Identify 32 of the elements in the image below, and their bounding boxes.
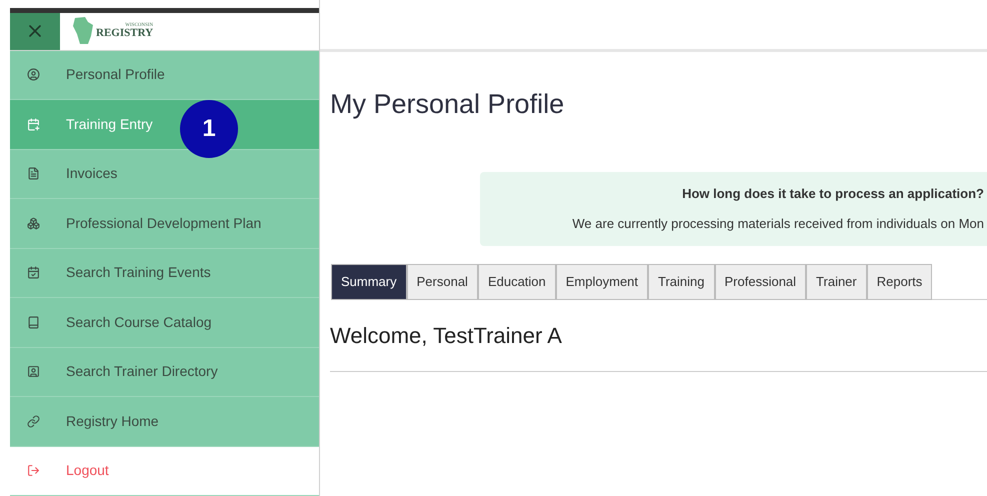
state-map-icon [72, 16, 94, 46]
contact-card-icon [27, 365, 40, 378]
tab[interactable]: Employment [556, 264, 648, 300]
notice-heading: How long does it take to process an application? [682, 185, 984, 203]
tab[interactable]: Training [648, 264, 714, 300]
boxes-icon [27, 216, 40, 230]
logo-title: REGISTRY [96, 28, 154, 40]
tab[interactable]: Professional [714, 264, 806, 300]
sidebar-item[interactable]: Personal Profile [10, 50, 319, 100]
close-button[interactable] [10, 12, 60, 50]
notice-text: We are currently processing materials received from individuals on Mon [572, 214, 984, 233]
tab[interactable]: Summary [331, 264, 407, 300]
document-icon [27, 167, 40, 180]
tab[interactable]: Education [478, 264, 556, 300]
calendar-plus-icon [27, 118, 40, 131]
logout-icon [27, 464, 40, 478]
sidebar-item[interactable]: Registry Home [10, 397, 319, 446]
welcome-heading: Welcome, TestTrainer A [330, 322, 562, 350]
sidebar-item[interactable]: Logout [10, 446, 319, 496]
user-circle-icon [27, 68, 40, 82]
sidebar-item[interactable]: Search Training Events [10, 248, 319, 298]
tab[interactable]: Reports [866, 264, 932, 300]
book-icon [27, 316, 40, 329]
tab[interactable]: Trainer [806, 264, 867, 300]
sidebar-item[interactable]: Professional Development Plan [10, 199, 319, 248]
link-icon [27, 414, 40, 428]
sidebar-item[interactable]: Invoices [10, 150, 319, 199]
calendar-check-icon [27, 266, 40, 280]
sidebar-item[interactable]: Search Trainer Directory [10, 348, 319, 397]
tab[interactable]: Personal [406, 264, 478, 300]
sidebar-item[interactable]: Search Course Catalog [10, 298, 319, 348]
page-title: My Personal Profile [330, 88, 564, 121]
